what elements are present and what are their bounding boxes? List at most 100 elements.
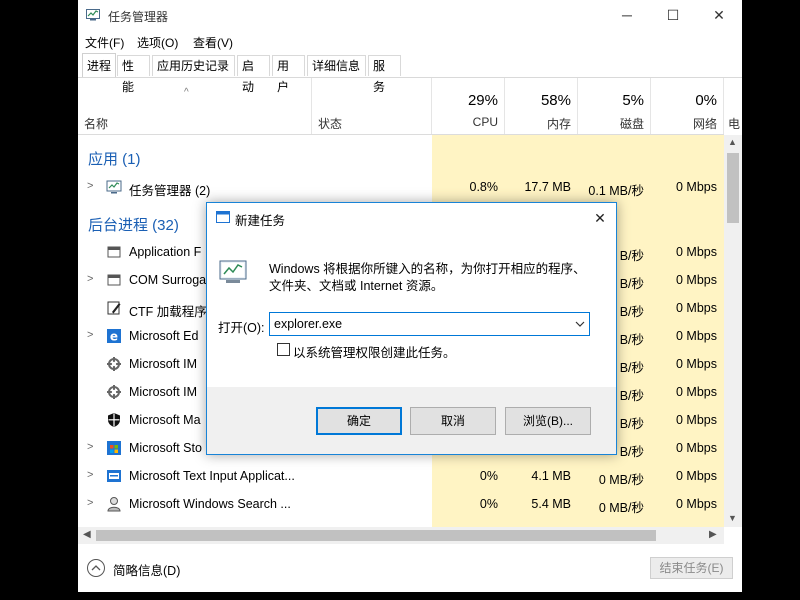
process-name: CTF 加载程序	[129, 305, 207, 319]
menu-options[interactable]: 选项(O)	[137, 34, 178, 51]
process-disk: B/秒	[619, 249, 644, 263]
memory-percent: 58%	[540, 92, 571, 109]
scroll-up-icon[interactable]: ▲	[728, 137, 737, 147]
process-network: 0 Mbps	[676, 413, 717, 427]
end-task-button[interactable]: 结束任务(E)	[650, 557, 733, 579]
process-name: Microsoft Text Input Applicat...	[129, 469, 295, 483]
column-network[interactable]: 0% 网络	[651, 78, 724, 135]
close-button[interactable]: ✕	[696, 0, 742, 30]
process-name: 任务管理器 (2)	[129, 184, 211, 198]
chevron-right-icon[interactable]: >	[87, 497, 93, 509]
admin-checkbox-label[interactable]: 以系统管理权限创建此任务。	[293, 342, 456, 361]
process-network: 0 Mbps	[676, 469, 717, 483]
maximize-button[interactable]: ☐	[650, 0, 696, 30]
chevron-right-icon[interactable]: >	[87, 273, 93, 285]
group-apps: 应用 (1)	[88, 151, 141, 168]
process-disk: B/秒	[619, 389, 644, 403]
column-status[interactable]: 状态	[312, 78, 432, 135]
tab-startup[interactable]: 启动	[237, 55, 270, 94]
fewer-details-link[interactable]: 简略信息(D)	[113, 560, 180, 579]
scroll-left-icon[interactable]: ◀	[83, 529, 91, 540]
chevron-right-icon[interactable]: >	[87, 441, 93, 453]
process-name: Microsoft IM	[129, 357, 198, 371]
process-name: COM Surroga	[129, 273, 207, 287]
table-row[interactable]: > Microsoft Text Input Applicat... 0% 4.…	[78, 462, 724, 490]
table-row[interactable]: > 任务管理器 (2) 0.8% 17.7 MB 0.1 MB/秒 0 Mbps	[78, 173, 724, 201]
process-memory: 17.7 MB	[524, 180, 571, 194]
menu-file[interactable]: 文件(F)	[85, 34, 124, 51]
cpu-percent: 29%	[467, 92, 498, 109]
tab-users[interactable]: 用户	[272, 55, 305, 94]
edge-icon: e	[107, 329, 121, 344]
scroll-right-icon[interactable]: ▶	[709, 529, 717, 540]
process-name: Application F	[129, 245, 202, 259]
column-cpu[interactable]: 29% CPU	[432, 78, 505, 135]
memory-label: 内存	[546, 117, 571, 131]
footer-bar: 简略信息(D) 结束任务(E)	[78, 544, 742, 592]
sort-up-icon: ^	[184, 87, 189, 98]
admin-checkbox[interactable]	[277, 343, 290, 356]
chevron-up-circle-icon[interactable]	[86, 558, 106, 578]
dialog-button-area: 确定 取消 浏览(B)...	[207, 387, 616, 454]
process-name: Microsoft Sto	[129, 441, 202, 455]
scroll-thumb[interactable]	[727, 153, 739, 223]
process-memory: 5.4 MB	[531, 497, 571, 511]
task-manager-icon	[106, 180, 122, 194]
chevron-right-icon[interactable]: >	[87, 329, 93, 341]
disk-label: 磁盘	[619, 117, 644, 131]
task-manager-icon	[86, 9, 100, 21]
column-power[interactable]: 电	[724, 78, 742, 135]
tab-details[interactable]: 详细信息	[307, 55, 366, 76]
tab-processes[interactable]: 进程	[82, 53, 116, 77]
process-network: 0 Mbps	[676, 273, 717, 287]
vertical-scrollbar[interactable]: ▲ ▼	[724, 135, 742, 527]
process-network: 0 Mbps	[676, 357, 717, 371]
hscroll-thumb[interactable]	[96, 530, 656, 541]
browse-button[interactable]: 浏览(B)...	[505, 407, 591, 435]
process-disk: 0 MB/秒	[598, 473, 644, 487]
cancel-button[interactable]: 取消	[410, 407, 496, 435]
pen-icon	[107, 301, 121, 315]
column-status-label: 状态	[318, 117, 343, 131]
horizontal-scrollbar[interactable]: ◀ ▶	[78, 527, 724, 544]
chevron-right-icon[interactable]: >	[87, 469, 93, 481]
process-memory: 4.1 MB	[531, 469, 571, 483]
open-combobox[interactable]: explorer.exe	[269, 312, 590, 336]
window-title: 任务管理器	[108, 10, 169, 24]
column-memory[interactable]: 58% 内存	[505, 78, 578, 135]
tab-performance[interactable]: 性能	[117, 55, 150, 94]
column-name[interactable]: ^ 名称	[78, 78, 312, 135]
app-frame-icon	[107, 246, 121, 258]
process-name: Microsoft IM	[129, 385, 198, 399]
menu-view[interactable]: 查看(V)	[193, 34, 233, 51]
run-program-icon	[219, 260, 247, 283]
process-disk: 0 MB/秒	[598, 501, 644, 515]
chevron-right-icon[interactable]: >	[87, 180, 93, 192]
dialog-window-icon	[216, 211, 230, 223]
column-name-label: 名称	[84, 117, 109, 131]
process-name: Microsoft Ed	[129, 329, 199, 343]
open-input[interactable]: explorer.exe	[274, 317, 342, 331]
minimize-button[interactable]: ─	[604, 0, 650, 30]
title-bar[interactable]: 任务管理器 ─ ☐ ✕	[78, 0, 742, 30]
scroll-down-icon[interactable]: ▼	[728, 513, 737, 523]
group-background: 后台进程 (32)	[88, 217, 179, 234]
process-cpu: 0%	[479, 497, 498, 511]
menu-bar: 文件(F) 选项(O) 查看(V)	[78, 30, 742, 52]
store-icon	[107, 441, 121, 455]
process-network: 0 Mbps	[676, 497, 717, 511]
text-input-icon	[107, 470, 121, 482]
gear-icon	[107, 357, 121, 371]
dialog-close-button[interactable]: ✕	[585, 207, 615, 229]
column-disk[interactable]: 5% 磁盘	[578, 78, 651, 135]
cpu-label: CPU	[472, 115, 498, 129]
ok-button[interactable]: 确定	[316, 407, 402, 435]
tab-app-history[interactable]: 应用历史记录	[152, 55, 235, 76]
tab-services[interactable]: 服务	[368, 55, 401, 94]
process-network: 0 Mbps	[676, 301, 717, 315]
shield-icon	[108, 413, 120, 427]
chevron-down-icon[interactable]	[575, 321, 585, 327]
table-row[interactable]: > Microsoft Windows Search ... 0% 5.4 MB…	[78, 490, 724, 518]
process-disk: 0.1 MB/秒	[588, 184, 644, 198]
network-label: 网络	[692, 117, 717, 131]
